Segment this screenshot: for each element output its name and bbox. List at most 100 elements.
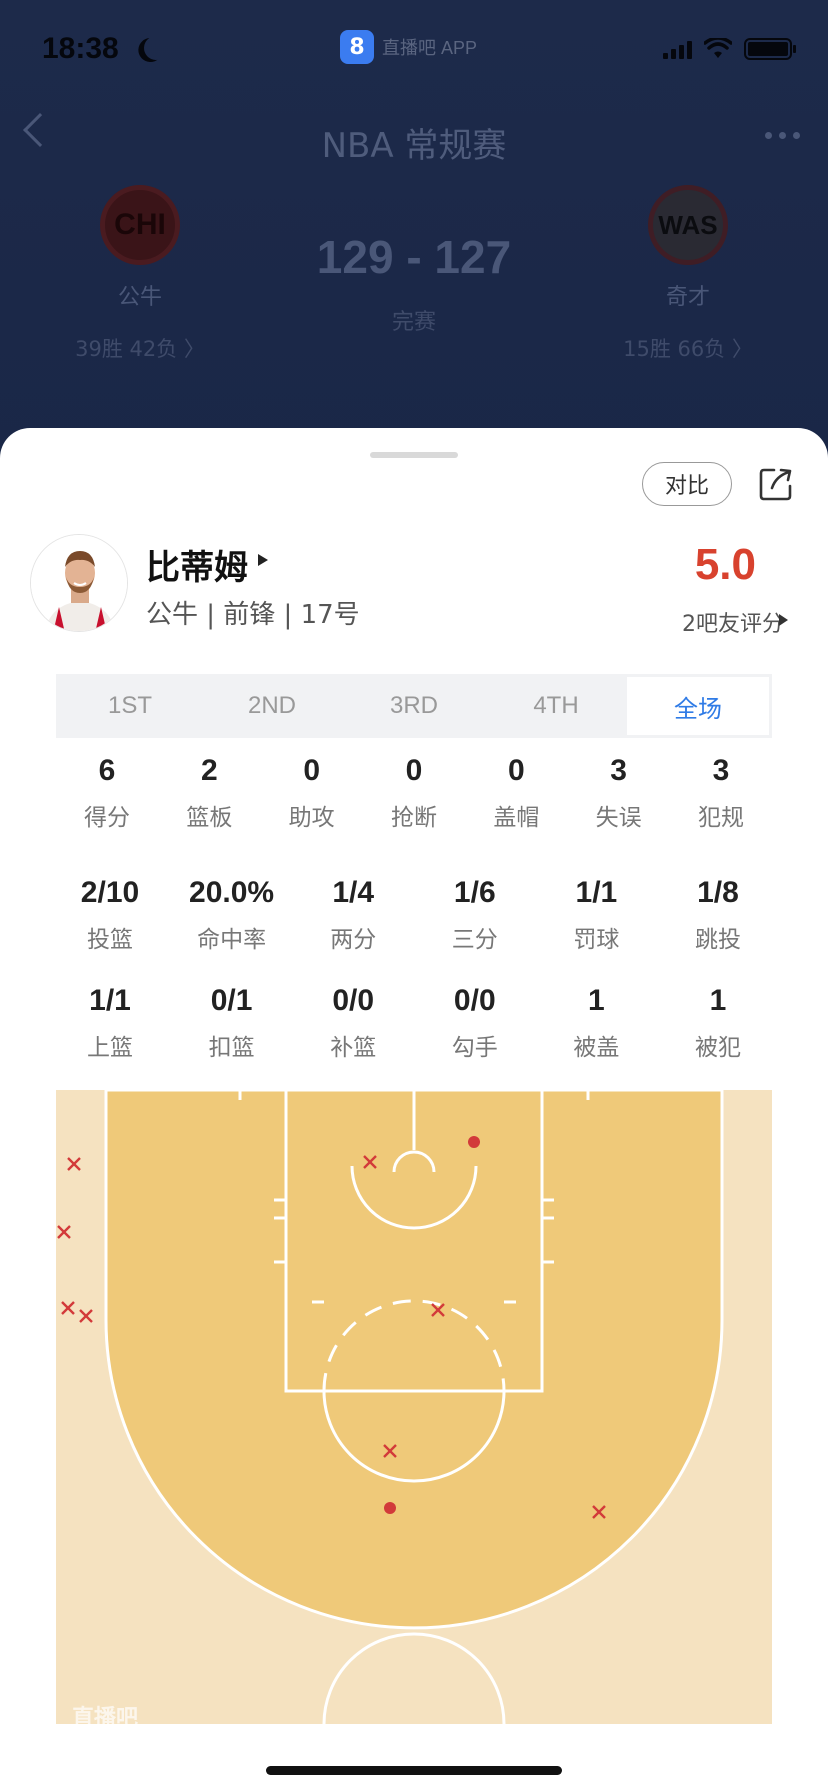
stat-value: 1/4 bbox=[332, 876, 375, 909]
stat-value: 3 bbox=[610, 754, 627, 787]
wifi-icon bbox=[704, 38, 732, 58]
stat-value: 6 bbox=[98, 754, 116, 787]
app-badge-label: 直播吧 APP bbox=[382, 38, 478, 58]
stat-label: 被盖 bbox=[573, 1035, 620, 1061]
nav-title: NBA 常规赛 bbox=[321, 126, 507, 166]
tab-3rd[interactable]: 3RD bbox=[343, 677, 485, 735]
shot-made-marker bbox=[468, 1136, 480, 1148]
stat-label: 篮板 bbox=[186, 805, 233, 831]
stat-label: 得分 bbox=[84, 805, 130, 831]
stat-stats_row2-0: 2/10 投篮 bbox=[60, 876, 160, 954]
signal-icon bbox=[663, 39, 692, 59]
stats-row-shot-types: 1/1 上篮 0/1 扣篮 0/0 补篮 0/0 勾手 1 被盖 1 被犯 bbox=[56, 984, 772, 1062]
share-icon[interactable] bbox=[758, 466, 794, 502]
more-options-icon[interactable] bbox=[765, 132, 800, 139]
stat-value: 0 bbox=[405, 754, 423, 787]
stat-value: 20.0% bbox=[189, 876, 275, 909]
player-avatar[interactable] bbox=[30, 534, 128, 632]
stat-label: 补篮 bbox=[330, 1035, 377, 1061]
stat-value: 2 bbox=[200, 754, 218, 787]
stat-stats_row2-1: 20.0% 命中率 bbox=[182, 876, 282, 954]
stat-label: 跳投 bbox=[694, 927, 741, 953]
stat-label: 勾手 bbox=[451, 1035, 498, 1061]
stat-label: 助攻 bbox=[288, 805, 335, 831]
app-badge[interactable]: 8 直播吧 APP bbox=[340, 30, 477, 64]
home-indicator bbox=[266, 1766, 562, 1775]
stat-stats_row1-1: 2 篮板 bbox=[172, 754, 246, 832]
player-photo bbox=[31, 535, 127, 631]
tab-1st[interactable]: 1ST bbox=[59, 677, 201, 735]
stat-stats_row2-4: 1/1 罚球 bbox=[546, 876, 646, 954]
player-meta: 公牛 | 前锋 | 17号 bbox=[146, 600, 360, 630]
stat-label: 两分 bbox=[330, 927, 377, 953]
stat-value: 3 bbox=[712, 754, 730, 787]
stat-stats_row1-3: 0 抢断 bbox=[377, 754, 451, 832]
stat-label: 抢断 bbox=[390, 805, 437, 831]
period-tabs: 1ST 2ND 3RD 4TH 全场 bbox=[56, 674, 772, 738]
stat-stats_row1-5: 3 失误 bbox=[582, 754, 656, 832]
tab-全场[interactable]: 全场 bbox=[627, 677, 769, 735]
rating-arrow-icon[interactable] bbox=[779, 614, 788, 626]
moon-icon bbox=[141, 33, 172, 64]
sheet-grabber[interactable] bbox=[370, 452, 458, 458]
stat-value: 0/1 bbox=[210, 984, 253, 1017]
stat-value: 1/6 bbox=[453, 876, 496, 909]
stat-stats_row2-2: 1/4 两分 bbox=[303, 876, 403, 954]
player-name[interactable]: 比蒂姆 bbox=[146, 540, 248, 589]
stat-label: 被犯 bbox=[694, 1035, 741, 1061]
stat-stats_row2-5: 1/8 跳投 bbox=[668, 876, 768, 954]
stat-value: 1 bbox=[588, 984, 605, 1017]
player-stats-sheet: 对比 比蒂姆 公牛 | 前锋 | 17号 5.0 2吧友评分 1ST 2ND 3RD… bbox=[0, 428, 828, 1792]
status-bar: 18:38 8 直播吧 APP bbox=[0, 30, 828, 70]
stat-stats_row3-5: 1 被犯 bbox=[668, 984, 768, 1062]
stat-stats_row3-3: 0/0 勾手 bbox=[425, 984, 525, 1062]
stat-value: 1/8 bbox=[697, 876, 739, 909]
shot-chart: 直播吧 bbox=[56, 1090, 772, 1724]
away-team[interactable]: WAS 奇才 15胜 66负 〉 bbox=[588, 185, 788, 363]
game-header: 18:38 8 直播吧 APP NBA 常规赛 CHI 公牛 39胜 42负 〉… bbox=[0, 0, 828, 470]
stat-stats_row1-6: 3 犯规 bbox=[684, 754, 758, 832]
stat-value: 2/10 bbox=[80, 876, 140, 909]
stat-stats_row3-0: 1/1 上篮 bbox=[60, 984, 160, 1062]
stat-label: 上篮 bbox=[87, 1035, 133, 1061]
player-rating: 5.0 bbox=[694, 540, 756, 589]
stat-stats_row2-3: 1/6 三分 bbox=[425, 876, 525, 954]
stat-value: 0 bbox=[303, 754, 320, 787]
stat-stats_row3-1: 0/1 扣篮 bbox=[182, 984, 282, 1062]
watermark: 直播吧 bbox=[72, 1706, 139, 1724]
tab-2nd[interactable]: 2ND bbox=[201, 677, 343, 735]
stats-row-shooting: 2/10 投篮 20.0% 命中率 1/4 两分 1/6 三分 1/1 罚球 1/8 跳投 bbox=[56, 876, 772, 954]
stat-label: 命中率 bbox=[197, 927, 267, 953]
battery-icon bbox=[744, 38, 796, 60]
stat-label: 犯规 bbox=[697, 805, 744, 831]
stat-stats_row1-4: 0 盖帽 bbox=[479, 754, 553, 832]
stat-label: 失误 bbox=[595, 805, 642, 831]
app-logo-icon: 8 bbox=[340, 30, 374, 64]
stat-value: 1/1 bbox=[575, 876, 618, 909]
tab-4th[interactable]: 4TH bbox=[485, 677, 627, 735]
away-team-record[interactable]: 15胜 66负 〉 bbox=[588, 333, 788, 363]
stat-label: 三分 bbox=[451, 927, 498, 953]
stat-stats_row3-4: 1 被盖 bbox=[546, 984, 646, 1062]
court-svg bbox=[56, 1090, 772, 1724]
wizards-logo-icon: WAS bbox=[648, 185, 728, 265]
shot-made-marker bbox=[384, 1502, 396, 1514]
stat-value: 0/0 bbox=[453, 984, 496, 1017]
compare-button[interactable]: 对比 bbox=[642, 462, 732, 506]
stat-value: 0/0 bbox=[332, 984, 375, 1017]
stat-label: 扣篮 bbox=[208, 1035, 255, 1061]
stat-value: 0 bbox=[507, 754, 525, 787]
rating-count-link[interactable]: 2吧友评分 bbox=[682, 606, 784, 638]
stat-stats_row1-0: 6 得分 bbox=[70, 754, 144, 832]
stat-label: 盖帽 bbox=[493, 805, 540, 831]
stat-stats_row3-2: 0/0 补篮 bbox=[303, 984, 403, 1062]
stat-label: 罚球 bbox=[573, 927, 620, 953]
stats-row-basic: 6 得分 2 篮板 0 助攻 0 抢断 0 盖帽 3 失误 3 犯规 bbox=[56, 754, 772, 832]
away-team-name: 奇才 bbox=[665, 285, 710, 310]
status-time: 18:38 bbox=[42, 32, 119, 65]
player-detail-arrow-icon[interactable] bbox=[258, 554, 268, 566]
stat-value: 1/1 bbox=[89, 984, 131, 1017]
nav-bar: NBA 常规赛 bbox=[0, 110, 828, 170]
home-team-record[interactable]: 39胜 42负 〉 bbox=[40, 333, 240, 363]
stat-value: 1 bbox=[709, 984, 727, 1017]
